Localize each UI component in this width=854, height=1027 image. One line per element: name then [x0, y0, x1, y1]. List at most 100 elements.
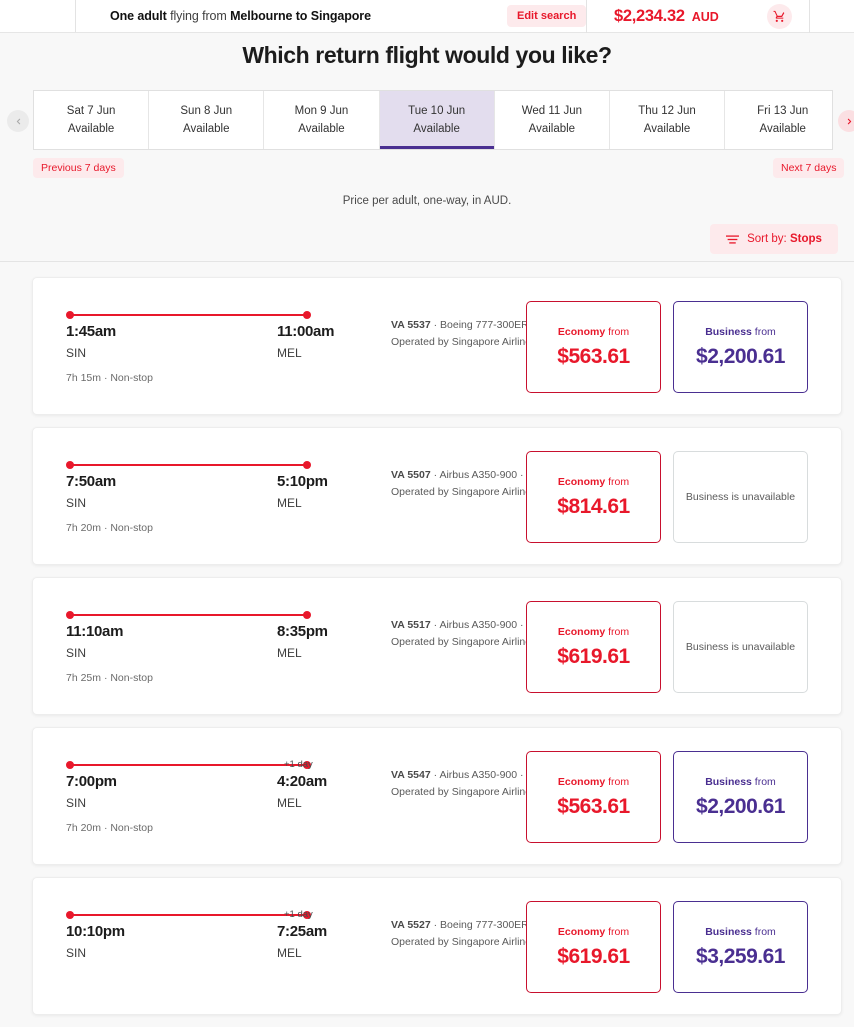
date-selector: Sat 7 Jun Available Sun 8 Jun Available Mon … — [0, 90, 854, 152]
economy-cabin-name: Economy — [557, 625, 606, 638]
arrival-airport-code: MEL — [277, 796, 302, 810]
total-price-currency: AUD — [691, 9, 719, 24]
date-tab-status: Available — [183, 123, 230, 135]
timeline-line — [71, 314, 306, 316]
date-tab-status: Available — [528, 123, 576, 135]
flight-meta: VA 5537 · Boeing 777-300ER · Operated by… — [391, 317, 546, 351]
arrival-time: 5:10pm — [277, 473, 328, 490]
date-tab-5[interactable]: Thu 12 Jun Available — [609, 91, 726, 149]
timeline-bar: +1 day — [66, 909, 313, 920]
next-7-days-button[interactable]: Next 7 days — [773, 158, 845, 178]
timeline-times: 1:45am 11:00am — [66, 323, 334, 343]
date-tab-status: Available — [643, 123, 691, 135]
timeline-origin-dot — [66, 611, 74, 619]
shopping-cart-button[interactable] — [767, 4, 792, 29]
departure-time: 11:10am — [66, 623, 124, 640]
date-tab-date: Wed 11 Jun — [521, 105, 582, 117]
business-fare-label: Business from — [705, 926, 776, 938]
date-prev-arrow-button[interactable] — [7, 110, 29, 132]
operator-text: Operated by Singapore Airlines — [391, 935, 537, 948]
timeline-times: 7:50am 5:10pm — [66, 473, 328, 493]
aircraft-type: · Airbus A350-900 · — [430, 619, 524, 631]
operator-text: Operated by Singapore Airlines — [391, 335, 537, 348]
economy-fare-button[interactable]: Economy from $619.61 — [526, 601, 661, 693]
date-tabs: Sat 7 Jun Available Sun 8 Jun Available Mon … — [33, 90, 833, 150]
departure-time: 1:45am — [66, 323, 116, 340]
timeline-times: 11:10am 8:35pm — [66, 623, 328, 643]
economy-fare-label: Economy from — [558, 926, 629, 938]
plus-day-label: +1 day — [284, 759, 313, 770]
page-title: Which return flight would you like? — [242, 42, 612, 68]
business-cabin-name: Business — [705, 775, 752, 788]
date-tab-6[interactable]: Fri 13 Jun Available — [725, 91, 832, 149]
timeline-line — [71, 914, 306, 916]
economy-fare-button[interactable]: Economy from $563.61 — [526, 301, 661, 393]
date-tab-4[interactable]: Wed 11 Jun Available — [494, 91, 610, 149]
economy-cabin-name: Economy — [557, 325, 606, 338]
date-tab-2[interactable]: Mon 9 Jun Available — [264, 91, 380, 149]
flight-card: +1 day 7:00pm 4:20am SIN MEL 7h 20m · Non-sto… — [32, 727, 842, 865]
flight-meta: VA 5517 · Airbus A350-900 · Operated by … — [391, 617, 546, 651]
timeline-destination-dot — [303, 461, 311, 469]
sort-lines-icon — [726, 234, 740, 244]
economy-from-text: from — [605, 775, 630, 788]
aircraft-type: · Airbus A350-900 · — [430, 769, 524, 781]
plus-day-label: +1 day — [284, 909, 313, 920]
business-unavailable-text: Business is unavailable — [685, 491, 796, 503]
business-fare-button[interactable]: Business from $3,259.61 — [673, 901, 808, 993]
sort-button[interactable]: Sort by: Stops — [710, 224, 838, 254]
economy-fare-price: $619.61 — [557, 944, 630, 968]
flight-duration: 7h 20m · Non-stop — [66, 522, 153, 534]
departure-airport-code: SIN — [66, 496, 87, 510]
arrival-time: 8:35pm — [277, 623, 328, 640]
economy-fare-price: $563.61 — [557, 794, 630, 818]
business-cabin-name: Business — [705, 925, 752, 938]
business-fare-unavailable: Business is unavailable — [673, 601, 808, 693]
flight-timeline: +1 day 7:00pm 4:20am SIN MEL 7h 20m · Non-sto… — [66, 759, 327, 834]
flight-card: 1:45am 11:00am SIN MEL 7h 15m · Non-stop VA 5… — [32, 277, 842, 415]
date-tab-3[interactable]: Tue 10 Jun Available — [379, 91, 495, 149]
passenger-count: One adult — [110, 9, 167, 23]
total-price-zone: $2,234.32 AUD — [586, 0, 854, 33]
date-tab-date: Fri 13 Jun — [757, 105, 809, 117]
flight-card: +1 day 10:10pm 7:25am SIN MEL VA 5527 · Boein… — [32, 877, 842, 1015]
arrival-time: 11:00am — [277, 323, 335, 340]
timeline-times: 10:10pm 7:25am — [66, 923, 327, 943]
timeline-line — [71, 614, 306, 616]
economy-fare-button[interactable]: Economy from $619.61 — [526, 901, 661, 993]
aircraft-type: · Boeing 777-300ER · — [430, 319, 536, 331]
departure-airport-code: SIN — [66, 946, 87, 960]
flight-timeline: 11:10am 8:35pm SIN MEL 7h 25m · Non-stop — [66, 610, 328, 684]
flight-duration: 7h 25m · Non-stop — [66, 672, 153, 684]
date-tab-status: Available — [67, 123, 115, 135]
arrival-time: 7:25am — [277, 923, 327, 940]
arrival-time: 4:20am — [277, 773, 327, 790]
date-tab-status: Available — [413, 123, 460, 135]
business-fare-button[interactable]: Business from $2,200.61 — [673, 301, 808, 393]
app-header: One adult flying from Melbourne to Singa… — [0, 0, 854, 33]
flight-number: VA 5517 — [391, 619, 431, 631]
economy-fare-button[interactable]: Economy from $814.61 — [526, 451, 661, 543]
date-tab-status: Available — [759, 123, 806, 135]
departure-time: 10:10pm — [66, 923, 125, 940]
economy-from-text: from — [605, 925, 630, 938]
date-tab-date: Tue 10 Jun — [408, 105, 466, 117]
flight-timeline: +1 day 10:10pm 7:25am SIN MEL — [66, 909, 327, 963]
date-tab-0[interactable]: Sat 7 Jun Available — [34, 91, 150, 149]
economy-from-text: from — [605, 625, 630, 638]
business-cabin-name: Business — [705, 325, 752, 338]
previous-7-days-button[interactable]: Previous 7 days — [33, 158, 124, 178]
date-next-arrow-button[interactable] — [838, 110, 854, 132]
business-fare-button[interactable]: Business from $2,200.61 — [673, 751, 808, 843]
business-fare-label: Business from — [705, 776, 776, 788]
departure-time: 7:00pm — [66, 773, 117, 790]
flight-number: VA 5537 — [391, 319, 431, 331]
header-content: One adult flying from Melbourne to Singa… — [76, 0, 854, 33]
aircraft-type: · Airbus A350-900 · — [430, 469, 524, 481]
edit-search-button[interactable]: Edit search — [507, 5, 587, 27]
flight-number: VA 5507 — [391, 469, 431, 481]
economy-fare-button[interactable]: Economy from $563.61 — [526, 751, 661, 843]
trip-route: Melbourne to Singapore — [230, 9, 371, 23]
timeline-bar — [66, 610, 311, 620]
date-tab-1[interactable]: Sun 8 Jun Available — [149, 91, 265, 149]
